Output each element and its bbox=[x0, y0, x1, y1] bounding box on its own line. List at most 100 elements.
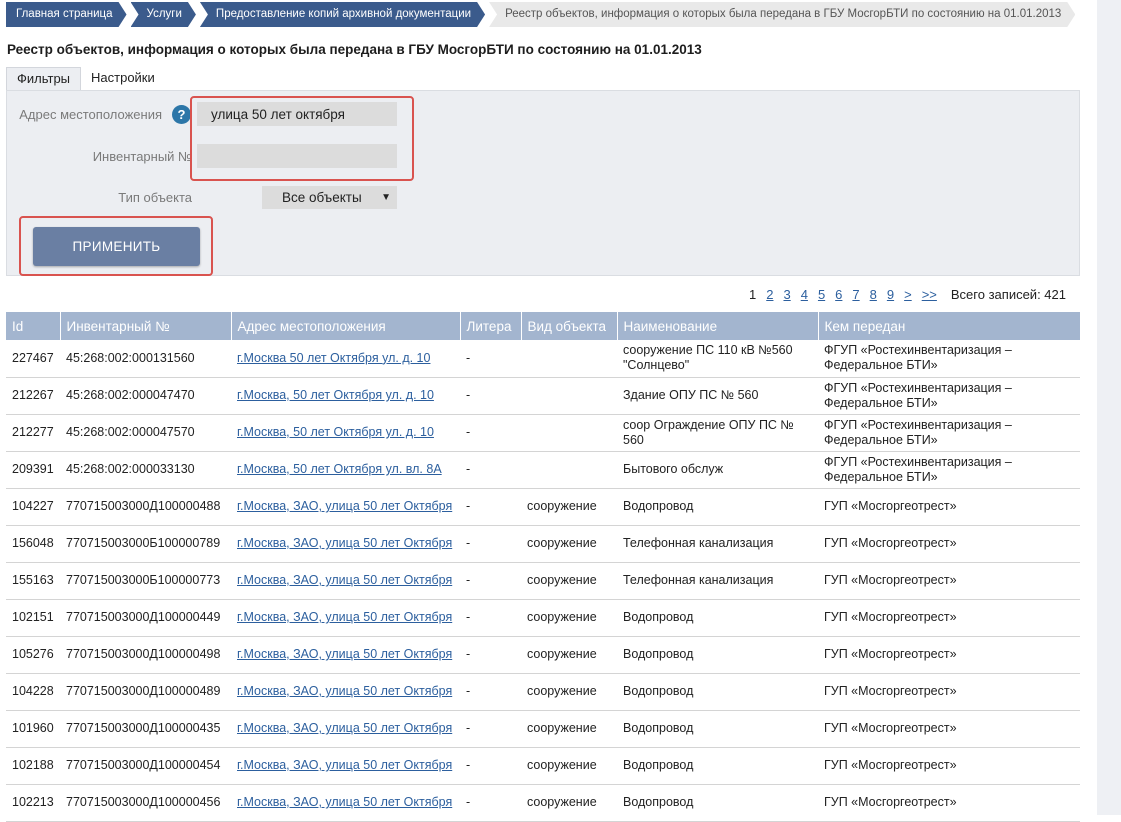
cell-name: Бытового обслуж bbox=[617, 451, 818, 489]
cell-transferred-by: ФГУП «Ростехинвентаризация – Федеральное… bbox=[818, 340, 1080, 378]
cell-id: 104228 bbox=[6, 673, 60, 711]
cell-address: г.Москва, ЗАО, улица 50 лет Октября bbox=[231, 710, 460, 748]
object-type-select[interactable]: Все объекты ▼ bbox=[262, 186, 397, 209]
pagination-page-8[interactable]: 8 bbox=[870, 287, 877, 302]
tab-bar: Фильтры Настройки bbox=[6, 67, 165, 91]
address-link[interactable]: г.Москва, ЗАО, улица 50 лет Октября bbox=[237, 684, 452, 698]
address-link[interactable]: г.Москва, ЗАО, улица 50 лет Октября bbox=[237, 610, 452, 624]
cell-id: 212267 bbox=[6, 377, 60, 415]
cell-object-type bbox=[521, 377, 617, 415]
breadcrumb-services[interactable]: Услуги bbox=[131, 2, 196, 27]
cell-address: г.Москва, 50 лет Октября ул. вл. 8А bbox=[231, 451, 460, 489]
col-inventory[interactable]: Инвентарный № bbox=[60, 312, 232, 340]
address-link[interactable]: г.Москва, ЗАО, улица 50 лет Октября bbox=[237, 758, 452, 772]
cell-address: г.Москва, ЗАО, улица 50 лет Октября bbox=[231, 747, 460, 785]
pagination-page-9[interactable]: 9 bbox=[887, 287, 894, 302]
inventory-label: Инвентарный № bbox=[92, 149, 192, 164]
address-link[interactable]: г.Москва, 50 лет Октября ул. вл. 8А bbox=[237, 462, 442, 476]
col-name[interactable]: Наименование bbox=[617, 312, 819, 340]
pagination-page-3[interactable]: 3 bbox=[783, 287, 790, 302]
address-link[interactable]: г.Москва, 50 лет Октября ул. д. 10 bbox=[237, 388, 434, 402]
apply-button[interactable]: ПРИМЕНИТЬ bbox=[33, 227, 200, 266]
pagination-next[interactable]: > bbox=[904, 287, 912, 302]
pagination: 1 2 3 4 5 6 7 8 9 > >> Всего записей: 42… bbox=[749, 287, 1066, 302]
col-object-type[interactable]: Вид объекта bbox=[521, 312, 618, 340]
page-scroll-gutter bbox=[1097, 0, 1121, 815]
cell-inventory: 45:268:002:000033130 bbox=[60, 451, 231, 489]
cell-transferred-by: ГУП «Мосгоргеотрест» bbox=[818, 525, 1080, 563]
total-records: Всего записей: 421 bbox=[950, 287, 1066, 302]
cell-name: Водопровод bbox=[617, 636, 818, 674]
cell-address: г.Москва, ЗАО, улица 50 лет Октября bbox=[231, 599, 460, 637]
tab-filters[interactable]: Фильтры bbox=[6, 67, 82, 91]
cell-transferred-by: ГУП «Мосгоргеотрест» bbox=[818, 599, 1080, 637]
filter-panel: Адрес местоположения ? Инвентарный № Тип… bbox=[6, 90, 1080, 276]
address-link[interactable]: г.Москва, ЗАО, улица 50 лет Октября bbox=[237, 536, 452, 550]
address-link[interactable]: г.Москва, ЗАО, улица 50 лет Октября bbox=[237, 499, 452, 513]
address-link[interactable]: г.Москва, ЗАО, улица 50 лет Октября bbox=[237, 573, 452, 587]
cell-inventory: 45:268:002:000047470 bbox=[60, 377, 231, 415]
table-row: 209391 45:268:002:000033130 г.Москва, 50 л… bbox=[6, 451, 1080, 489]
cell-transferred-by: ГУП «Мосгоргеотрест» bbox=[818, 747, 1080, 785]
cell-address: г.Москва, ЗАО, улица 50 лет Октября bbox=[231, 636, 460, 674]
cell-id: 101960 bbox=[6, 710, 60, 748]
table-row: 212267 45:268:002:000047470 г.Москва, 50 л… bbox=[6, 377, 1080, 415]
object-type-label: Тип объекта bbox=[118, 190, 192, 205]
pagination-last[interactable]: >> bbox=[922, 287, 937, 302]
address-link[interactable]: г.Москва 50 лет Октября ул. д. 10 bbox=[237, 351, 430, 365]
cell-id: 209391 bbox=[6, 451, 60, 489]
chevron-down-icon: ▼ bbox=[381, 192, 391, 203]
cell-object-type: сооружение bbox=[521, 488, 617, 526]
cell-name: Водопровод bbox=[617, 488, 818, 526]
help-icon[interactable]: ? bbox=[172, 105, 191, 124]
col-litera[interactable]: Литера bbox=[460, 312, 522, 340]
address-link[interactable]: г.Москва, 50 лет Октября ул. д. 10 bbox=[237, 425, 434, 439]
table-row: 101960 770715003000Д100000435 г.Москва, ЗА… bbox=[6, 710, 1080, 748]
cell-object-type: сооружение bbox=[521, 784, 617, 822]
cell-address: г.Москва, 50 лет Октября ул. д. 10 bbox=[231, 377, 460, 415]
pagination-page-4[interactable]: 4 bbox=[801, 287, 808, 302]
cell-address: г.Москва, ЗАО, улица 50 лет Октября bbox=[231, 673, 460, 711]
pagination-page-7[interactable]: 7 bbox=[852, 287, 859, 302]
cell-id: 156048 bbox=[6, 525, 60, 563]
cell-litera: - bbox=[460, 414, 521, 452]
table-row: 102213 770715003000Д100000456 г.Москва, ЗА… bbox=[6, 784, 1080, 822]
cell-transferred-by: ГУП «Мосгоргеотрест» bbox=[818, 710, 1080, 748]
breadcrumb-current: Реестр объектов, информация о которых бы… bbox=[489, 2, 1075, 27]
cell-name: Водопровод bbox=[617, 599, 818, 637]
table-row: 104227 770715003000Д100000488 г.Москва, ЗА… bbox=[6, 488, 1080, 526]
col-id[interactable]: Id bbox=[6, 312, 61, 340]
cell-name: Водопровод bbox=[617, 710, 818, 748]
cell-address: г.Москва, ЗАО, улица 50 лет Октября bbox=[231, 562, 460, 600]
address-label: Адрес местоположения bbox=[19, 107, 162, 122]
col-transferred-by[interactable]: Кем передан bbox=[818, 312, 1081, 340]
cell-transferred-by: ГУП «Мосгоргеотрест» bbox=[818, 673, 1080, 711]
cell-name: Телефонная канализация bbox=[617, 562, 818, 600]
col-address[interactable]: Адрес местоположения bbox=[231, 312, 461, 340]
breadcrumb-home[interactable]: Главная страница bbox=[6, 2, 127, 27]
table-row: 102151 770715003000Д100000449 г.Москва, ЗА… bbox=[6, 599, 1080, 637]
pagination-current: 1 bbox=[749, 287, 757, 302]
pagination-page-5[interactable]: 5 bbox=[818, 287, 825, 302]
pagination-page-2[interactable]: 2 bbox=[766, 287, 773, 302]
cell-litera: - bbox=[460, 525, 521, 563]
cell-name: Водопровод bbox=[617, 784, 818, 822]
cell-object-type: сооружение bbox=[521, 636, 617, 674]
tab-settings[interactable]: Настройки bbox=[81, 67, 165, 91]
cell-litera: - bbox=[460, 562, 521, 600]
breadcrumb-archive-copies[interactable]: Предоставление копий архивной документац… bbox=[200, 2, 485, 27]
cell-address: г.Москва 50 лет Октября ул. д. 10 bbox=[231, 340, 460, 378]
table-row: 155163 770715003000Б100000773 г.Москва, ЗА… bbox=[6, 562, 1080, 600]
table-row: 105276 770715003000Д100000498 г.Москва, ЗА… bbox=[6, 636, 1080, 674]
cell-litera: - bbox=[460, 673, 521, 711]
cell-id: 102151 bbox=[6, 599, 60, 637]
cell-inventory: 770715003000Д100000489 bbox=[60, 673, 231, 711]
pagination-page-6[interactable]: 6 bbox=[835, 287, 842, 302]
cell-object-type: сооружение bbox=[521, 525, 617, 563]
address-link[interactable]: г.Москва, ЗАО, улица 50 лет Октября bbox=[237, 795, 452, 809]
cell-object-type bbox=[521, 340, 617, 378]
address-link[interactable]: г.Москва, ЗАО, улица 50 лет Октября bbox=[237, 721, 452, 735]
table-row: 227467 45:268:002:000131560 г.Москва 50 ле… bbox=[6, 340, 1080, 378]
address-link[interactable]: г.Москва, ЗАО, улица 50 лет Октября bbox=[237, 647, 452, 661]
page: Главная страница Услуги Предоставление к… bbox=[6, 0, 1081, 822]
